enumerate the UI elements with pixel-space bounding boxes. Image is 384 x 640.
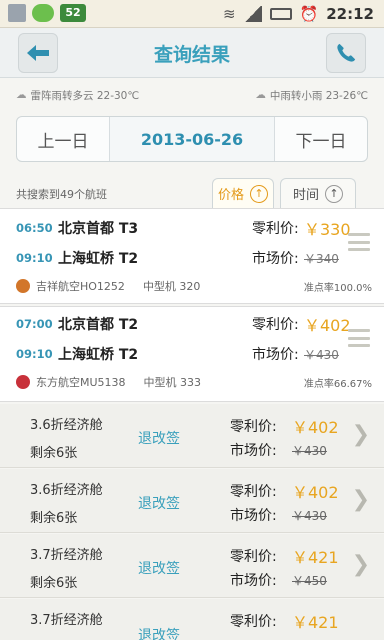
refund-policy-link[interactable]: 退改签 [138,558,180,578]
phone-icon [337,43,356,62]
airline-row: 吉祥航空HO1252 中型机 320 准点率100.0% [16,275,372,297]
app-notification-icon [32,4,54,22]
airline-logo-icon [16,375,30,389]
price-label: 零利价: [252,317,299,333]
airline-flight: 东方航空MU5138 [36,376,126,389]
chevron-right-icon[interactable]: ❯ [352,422,370,447]
notification-icon [8,4,26,22]
cabin-row[interactable]: 3.7折经济舱 剩余6张 退改签 零利价: ￥421 市场价: ￥450 ❯ [0,534,384,598]
cabin-row[interactable]: 3.6折经济舱 剩余6张 退改签 零利价: ￥402 市场价: ￥430 ❯ [0,404,384,468]
expand-menu-icon[interactable] [348,233,370,251]
header: 查询结果 [0,28,384,78]
market-price-label: 市场价: [252,347,299,363]
market-price-label: 市场价: [252,251,299,267]
sort-arrow-icon: ↑ [250,184,268,203]
market-price-value: ￥430 [304,347,339,362]
departure-time: 06:50 [16,221,53,235]
market-price-value: ￥450 [292,574,327,588]
ontime-rate: 准点率100.0% [303,282,372,294]
price-label: 零利价: [230,419,277,435]
price-value: ￥421 [292,548,339,567]
ontime-rate: 准点率66.67% [303,378,372,390]
wifi-icon: ≋ [222,5,236,23]
refund-policy-link[interactable]: 退改签 [138,625,180,640]
market-price-label: 市场价: [230,573,277,589]
seats-remaining: 剩余6张 [30,446,78,461]
cabin-name: 3.6折经济舱 [30,483,103,498]
cloud-icon: ☁ [255,89,266,101]
next-day-button[interactable]: 下一日 [275,117,367,161]
alarm-icon: ⏰ [299,5,319,23]
status-time: 22:12 [326,5,374,23]
cabin-row[interactable]: 3.6折经济舱 剩余6张 退改签 零利价: ￥402 市场价: ￥430 ❯ [0,469,384,533]
departure-airport: 北京首都 T2 [58,317,139,333]
market-price-label: 市场价: [230,443,277,459]
badge-icon: 52 [60,4,86,22]
arrival-time: 09:10 [16,347,53,361]
airline-row: 东方航空MU5138 中型机 333 准点率66.67% [16,371,372,393]
price-label: 零利价: [230,549,277,565]
price-label: 零利价: [252,221,299,237]
weather-bar: ☁ 雷阵雨转多云 22-30℃ ☁ 中雨转小雨 23-26℃ [0,82,384,108]
price-value: ￥330 [304,220,351,239]
market-price-value: ￥430 [292,509,327,523]
price-value: ￥402 [304,316,351,335]
departure-airport: 北京首都 T3 [58,221,139,237]
sort-arrow-icon: ↑ [325,184,343,203]
aircraft-type: 中型机 333 [143,376,202,389]
airline-flight: 吉祥航空HO1252 [36,280,125,293]
current-date[interactable]: 2013-06-26 [109,117,275,161]
cabin-name: 3.6折经济舱 [30,418,103,433]
refund-policy-link[interactable]: 退改签 [138,428,180,448]
aircraft-type: 中型机 320 [142,280,201,293]
expand-menu-icon[interactable] [348,329,370,347]
prev-day-button[interactable]: 上一日 [17,117,109,161]
sort-time-label: 时间 [292,188,319,203]
arrival-time: 09:10 [16,251,53,265]
cabin-row[interactable]: 3.7折经济舱 退改签 零利价: ￥421 [0,599,384,640]
airline-logo-icon [16,279,30,293]
price-value: ￥402 [292,418,339,437]
departure-weather: ☁ 雷阵雨转多云 22-30℃ [16,88,139,103]
date-selector: 上一日 2013-06-26 下一日 [16,116,368,162]
market-price-label: 市场价: [230,508,277,524]
seats-remaining: 剩余6张 [30,511,78,526]
cabin-name: 3.7折经济舱 [30,548,103,563]
flight-card[interactable]: 07:00 北京首都 T2 零利价: ￥402 09:10 上海虹桥 T2 市场… [0,306,384,402]
status-bar: 52 ≋ ⏰ 22:12 [0,0,384,28]
price-value: ￥421 [292,613,339,632]
seats-remaining: 剩余6张 [30,576,78,591]
battery-icon [269,8,292,20]
call-button[interactable] [326,33,366,73]
refund-policy-link[interactable]: 退改签 [138,493,180,513]
chevron-right-icon[interactable]: ❯ [352,487,370,512]
market-price-value: ￥430 [292,444,327,458]
arrival-weather: ☁ 中雨转小雨 23-26℃ [255,88,368,103]
departure-weather-text: 雷阵雨转多云 22-30℃ [30,89,140,102]
arrival-airport: 上海虹桥 T2 [58,251,139,267]
sort-by-price-tab[interactable]: 价格 ↑ [212,178,274,208]
price-label: 零利价: [230,484,277,500]
cloud-icon: ☁ [16,89,27,101]
chevron-right-icon[interactable]: ❯ [352,552,370,577]
arrival-weather-text: 中雨转小雨 23-26℃ [269,89,368,102]
sort-by-time-tab[interactable]: 时间 ↑ [280,178,356,208]
price-label: 零利价: [230,614,277,630]
cabin-name: 3.7折经济舱 [30,613,103,628]
result-count: 共搜索到49个航班 [16,188,107,201]
sort-price-label: 价格 [217,188,244,203]
arrival-airport: 上海虹桥 T2 [58,347,139,363]
market-price-value: ￥340 [304,251,339,266]
departure-time: 07:00 [16,317,53,331]
price-value: ￥402 [292,483,339,502]
signal-icon [243,6,262,22]
flight-card[interactable]: 06:50 北京首都 T3 零利价: ￥330 09:10 上海虹桥 T2 市场… [0,208,384,304]
